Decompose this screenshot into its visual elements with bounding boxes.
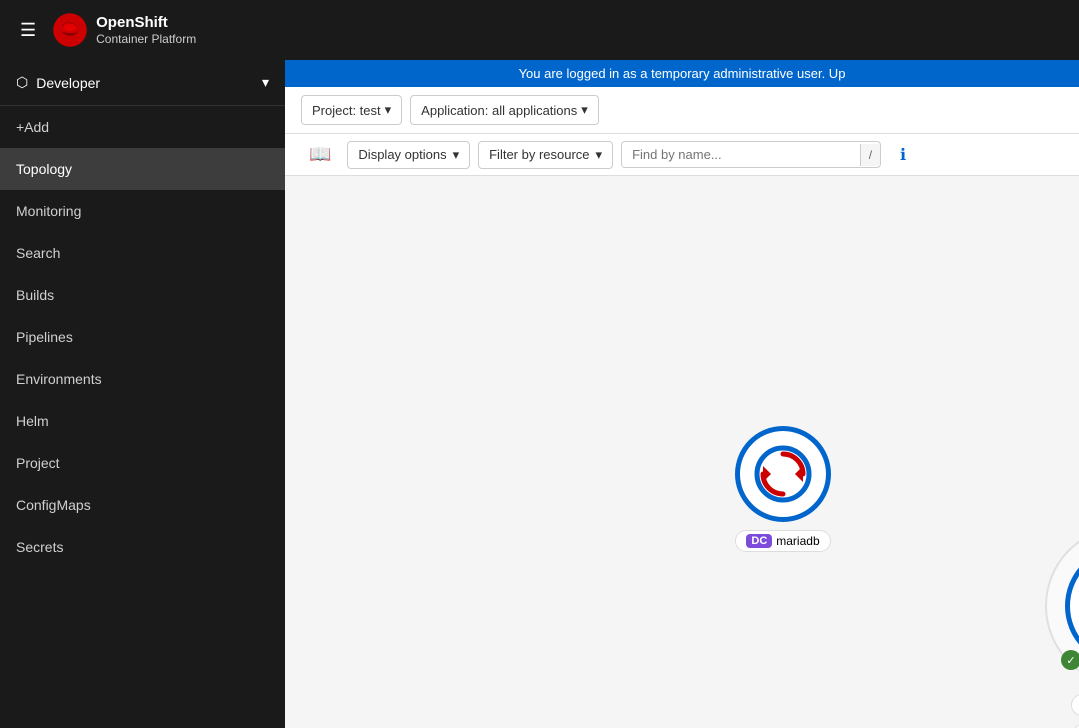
filter-by-resource-label: Filter by resource bbox=[489, 147, 589, 162]
mariadb-name: mariadb bbox=[776, 534, 819, 548]
project-chevron-icon: ▾ bbox=[385, 102, 392, 118]
toolbar-row1: Project: test ▾ Application: all applica… bbox=[285, 87, 1079, 134]
sidebar-developer-left: ⬡ Developer bbox=[16, 74, 100, 91]
check-badge: ✓ bbox=[1061, 650, 1079, 670]
brand-platform-label: Container Platform bbox=[96, 32, 196, 46]
sidebar: ⬡ Developer ▾ +Add Topology Monitoring S… bbox=[0, 60, 285, 728]
sidebar-item-monitoring[interactable]: Monitoring bbox=[0, 190, 285, 232]
brand-openshift-label: OpenShift bbox=[96, 14, 196, 32]
sidebar-item-project[interactable]: Project bbox=[0, 442, 285, 484]
sidebar-item-environments[interactable]: Environments bbox=[0, 358, 285, 400]
filter-chevron-icon: ▾ bbox=[596, 147, 603, 163]
sidebar-developer-label: Developer bbox=[36, 75, 100, 91]
project-label: Project: test bbox=[312, 103, 381, 118]
sidebar-item-helm[interactable]: Helm bbox=[0, 400, 285, 442]
mariadb-sync-circle bbox=[735, 426, 831, 522]
sidebar-item-configmaps[interactable]: ConfigMaps bbox=[0, 484, 285, 526]
find-input-wrap: / bbox=[621, 141, 881, 168]
find-by-name-input[interactable] bbox=[622, 142, 860, 167]
sidebar-developer-toggle[interactable]: ⬡ Developer ▾ bbox=[0, 60, 285, 106]
main-layout: ⬡ Developer ▾ +Add Topology Monitoring S… bbox=[0, 60, 1079, 728]
sidebar-item-add[interactable]: +Add bbox=[0, 106, 285, 148]
book-icon: 📖 bbox=[309, 144, 331, 165]
book-icon-button[interactable]: 📖 bbox=[301, 140, 339, 169]
admin-banner: You are logged in as a temporary adminis… bbox=[285, 60, 1079, 87]
sidebar-item-topology[interactable]: Topology bbox=[0, 148, 285, 190]
display-options-button[interactable]: Display options ▾ bbox=[347, 141, 470, 169]
java-sample-node[interactable]: ↗ ✓ ⊙ D java-sample A sample-app bbox=[1045, 526, 1079, 728]
sample-app-label: A sample-app bbox=[1072, 724, 1079, 728]
java-sample-label: D java-sample bbox=[1071, 694, 1079, 716]
app-label: Application: all applications bbox=[421, 103, 577, 118]
sync-icon bbox=[753, 444, 813, 504]
display-options-label: Display options bbox=[358, 147, 446, 162]
toolbar-row2: 📖 Display options ▾ Filter by resource ▾… bbox=[285, 134, 1079, 176]
java-outer-ring: ↗ ✓ ⊙ bbox=[1045, 526, 1079, 686]
filter-by-resource-button[interactable]: Filter by resource ▾ bbox=[478, 141, 613, 169]
sidebar-item-search[interactable]: Search bbox=[0, 232, 285, 274]
topology-canvas[interactable]: DC mariadb bbox=[285, 176, 1079, 728]
app-selector[interactable]: Application: all applications ▾ bbox=[410, 95, 599, 125]
info-icon-button[interactable]: ℹ bbox=[889, 141, 917, 169]
brand-logo: OpenShift Container Platform bbox=[52, 12, 196, 48]
info-icon: ℹ bbox=[900, 145, 906, 165]
find-slash-badge: / bbox=[860, 144, 880, 166]
mariadb-node[interactable]: DC mariadb bbox=[735, 426, 831, 552]
red-hat-logo-icon bbox=[52, 12, 88, 48]
content-area: You are logged in as a temporary adminis… bbox=[285, 60, 1079, 728]
project-selector[interactable]: Project: test ▾ bbox=[301, 95, 402, 125]
app-chevron-icon: ▾ bbox=[581, 102, 588, 118]
navbar: ☰ OpenShift Container Platform bbox=[0, 0, 1079, 60]
dc-badge: DC bbox=[746, 534, 772, 548]
sidebar-item-secrets[interactable]: Secrets bbox=[0, 526, 285, 568]
java-inner-ring bbox=[1065, 546, 1079, 666]
sidebar-item-builds[interactable]: Builds bbox=[0, 274, 285, 316]
mariadb-label: DC mariadb bbox=[735, 530, 830, 552]
chevron-down-icon: ▾ bbox=[262, 74, 269, 91]
hamburger-icon[interactable]: ☰ bbox=[16, 16, 40, 45]
developer-icon: ⬡ bbox=[16, 74, 28, 91]
brand-text: OpenShift Container Platform bbox=[96, 14, 196, 46]
sidebar-item-pipelines[interactable]: Pipelines bbox=[0, 316, 285, 358]
display-options-chevron-icon: ▾ bbox=[453, 147, 460, 163]
